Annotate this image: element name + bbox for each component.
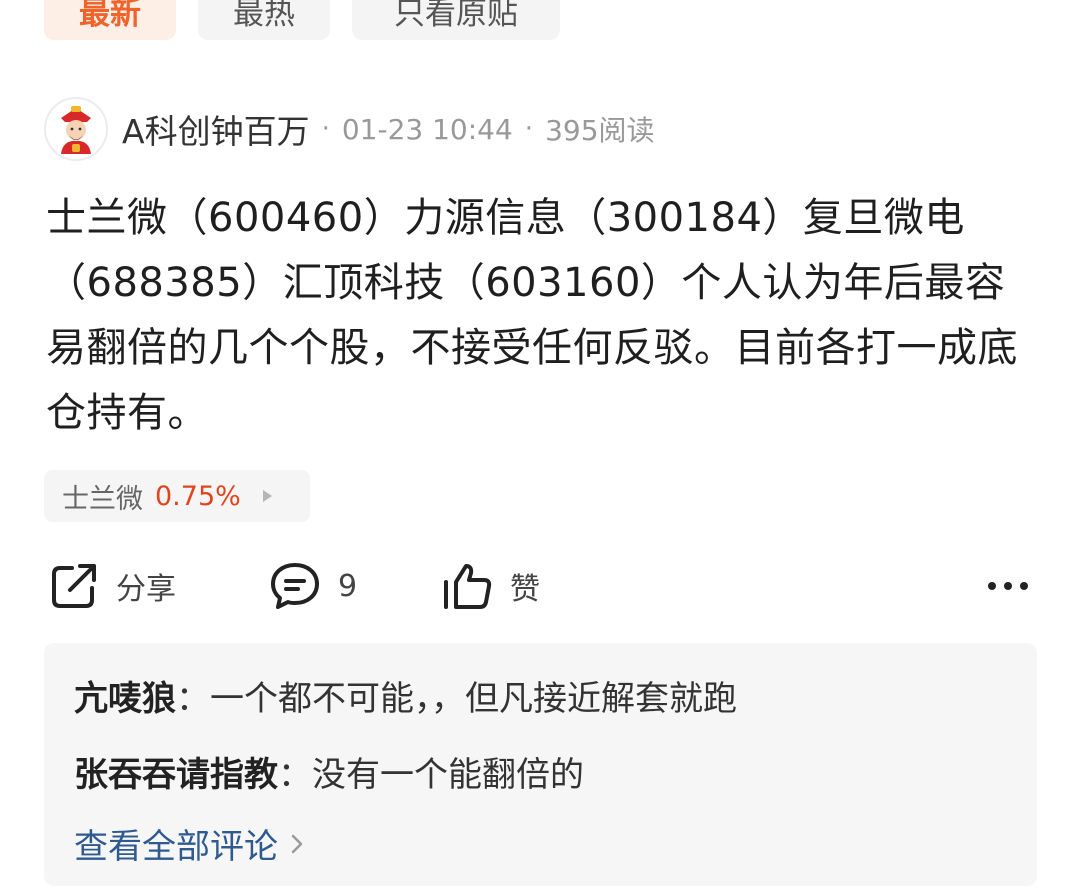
comment-user[interactable]: 亢唛狼 [74, 679, 176, 719]
author-name[interactable]: A科创钟百万 [122, 105, 310, 153]
post-meta: A科创钟百万 · 01-23 10:44 · 395阅读 [44, 96, 655, 162]
comment-text: 一个都不可能，，但凡接近解套就跑 [210, 679, 737, 719]
comment-bubble-icon [271, 563, 319, 609]
view-all-label: 查看全部评论 [74, 827, 278, 867]
view-all-comments-link[interactable]: 查看全部评论 [74, 819, 304, 868]
like-button[interactable]: 赞 [440, 558, 540, 614]
share-button[interactable]: 分享 [48, 558, 176, 614]
comments-preview: 亢唛狼：一个都不可能，，但凡接近解套就跑 张吞吞请指教：没有一个能翻倍的 查看全… [44, 643, 1037, 886]
meta-separator: · [524, 114, 534, 144]
share-icon [52, 564, 96, 608]
stock-change: 0.75% [155, 480, 241, 512]
comment-item[interactable]: 亢唛狼：一个都不可能，，但凡接近解套就跑 [74, 671, 737, 720]
stock-name: 士兰微 [62, 483, 143, 515]
filter-tabs: 最新 最热 只看原贴 [44, 0, 560, 40]
comment-count: 9 [338, 568, 358, 604]
comment-text: 没有一个能翻倍的 [312, 755, 584, 795]
post-time: 01-23 10:44 [341, 112, 513, 146]
comment-user[interactable]: 张吞吞请指教 [74, 755, 278, 795]
caret-right-icon [262, 490, 272, 502]
comment-separator: ： [278, 755, 312, 795]
tab-hottest[interactable]: 最热 [198, 0, 330, 40]
action-bar: 分享 9 赞 [0, 558, 1080, 614]
meta-separator: · [321, 114, 330, 144]
comment-item[interactable]: 张吞吞请指教：没有一个能翻倍的 [74, 747, 584, 796]
tab-original-only[interactable]: 只看原贴 [352, 0, 560, 40]
comment-separator: ： [176, 679, 210, 719]
comment-button[interactable]: 9 [268, 558, 357, 614]
more-dots-icon [988, 582, 1028, 590]
more-button[interactable] [986, 558, 1030, 614]
tab-latest[interactable]: 最新 [44, 0, 176, 40]
god-of-wealth-avatar-icon [61, 106, 91, 154]
share-label: 分享 [116, 572, 176, 607]
stock-tag[interactable]: 士兰微 0.75% [44, 470, 310, 522]
thumbs-up-icon [444, 564, 492, 609]
avatar[interactable] [44, 97, 108, 161]
read-count: 395阅读 [545, 114, 655, 147]
like-label: 赞 [510, 572, 540, 607]
post-content[interactable]: 士兰微（600460）力源信息（300184）复旦微电（688385）汇顶科技（… [46, 186, 1038, 446]
chevron-right-icon [291, 834, 303, 853]
